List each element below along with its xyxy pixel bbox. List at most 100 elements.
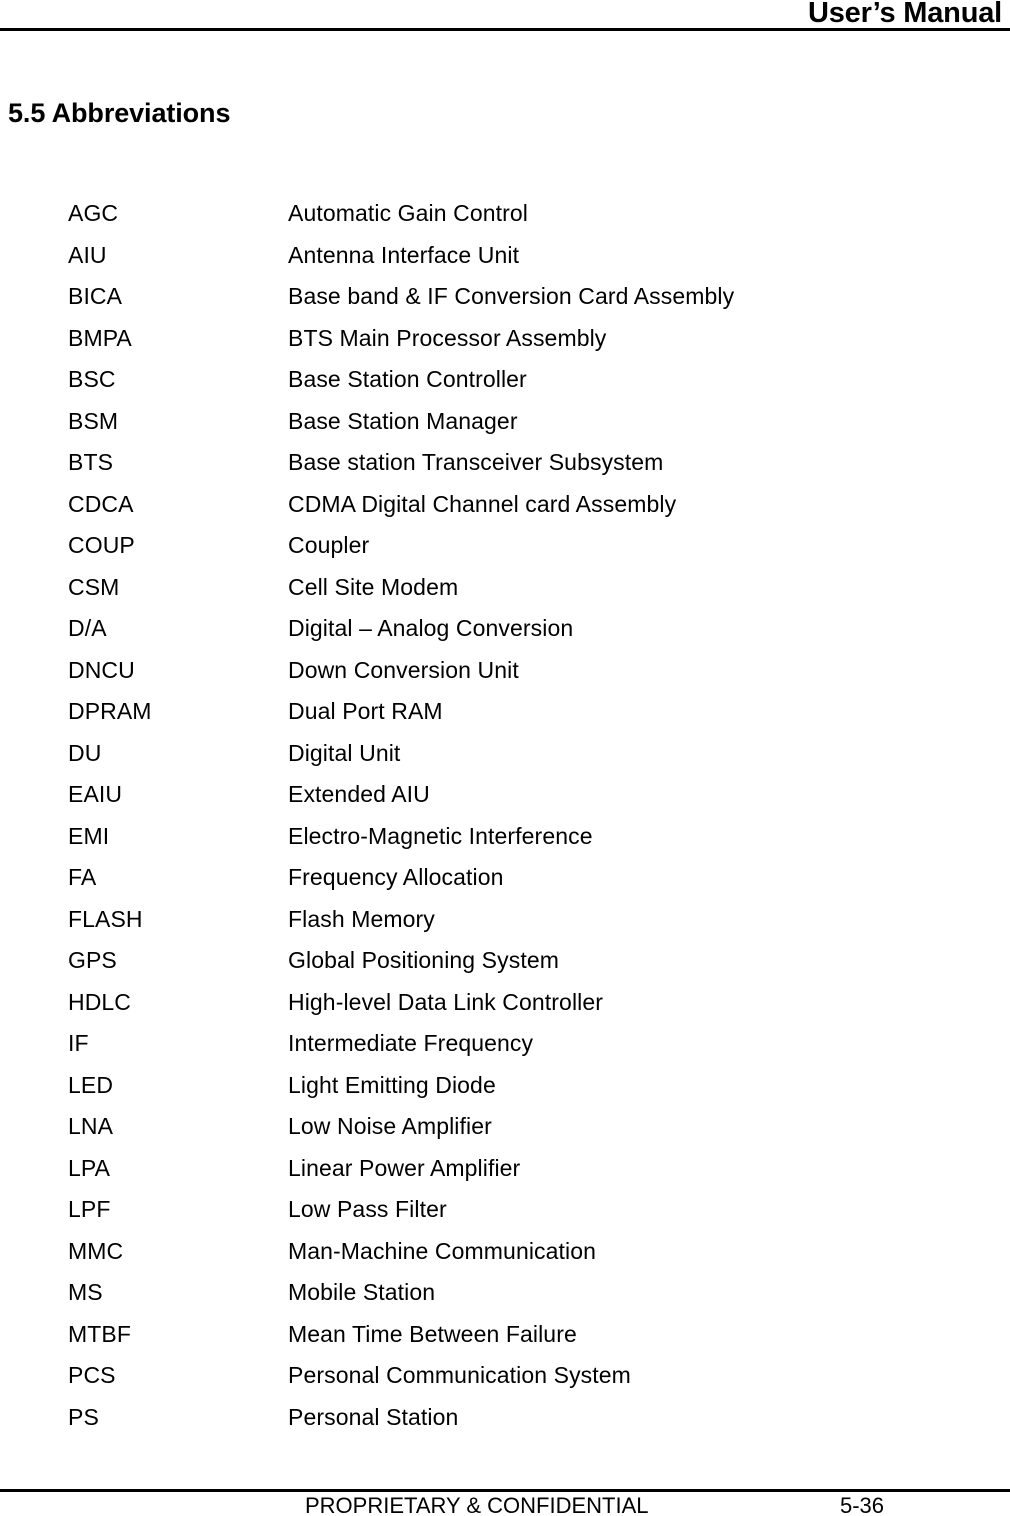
abbreviation-term: LPA [68, 1154, 111, 1181]
abbreviation-row: LPA Linear Power Amplifier [0, 1148, 1010, 1190]
abbreviation-row: AIU Antenna Interface Unit [0, 235, 1010, 277]
abbreviation-row: DPRAM Dual Port RAM [0, 691, 1010, 733]
abbreviation-definition: Linear Power Amplifier [288, 1154, 521, 1181]
abbreviation-row: FA Frequency Allocation [0, 857, 1010, 899]
abbreviation-term: DPRAM [68, 698, 152, 724]
abbreviation-definition: Base Station Manager [288, 407, 518, 434]
abbreviation-row: CDCA CDMA Digital Channel card Assembly [0, 484, 1010, 526]
abbreviation-term: DNCU [68, 656, 135, 683]
abbreviation-term: EAIU [68, 781, 123, 807]
abbreviation-row: MTBF Mean Time Between Failure [0, 1314, 1010, 1356]
abbreviation-row: BSC Base Station Controller [0, 359, 1010, 401]
abbreviation-term: MTBF [68, 1320, 131, 1347]
abbreviation-row: BMPA BTS Main Processor Assembly [0, 318, 1010, 360]
abbreviation-definition: Base Station Controller [288, 366, 527, 392]
abbreviation-definition: Mean Time Between Failure [288, 1320, 577, 1347]
abbreviation-term: LNA [68, 1113, 114, 1139]
abbreviation-term: EMI [68, 822, 110, 849]
abbreviation-definition: Personal Station [288, 1403, 459, 1430]
abbreviation-row: EMI Electro-Magnetic Interference [0, 816, 1010, 858]
abbreviation-definition: BTS Main Processor Assembly [288, 324, 607, 351]
abbreviation-row: MMC Man-Machine Communication [0, 1231, 1010, 1273]
abbreviation-term: AGC [68, 200, 119, 226]
abbreviation-term: BICA [68, 283, 123, 309]
abbreviation-row: MS Mobile Station [0, 1272, 1010, 1314]
abbreviation-row: PS Personal Station [0, 1397, 1010, 1439]
abbreviation-definition: Intermediate Frequency [288, 1030, 534, 1056]
abbreviation-term: FLASH [68, 905, 143, 932]
abbreviation-row: BTS Base station Transceiver Subsystem [0, 442, 1010, 484]
abbreviation-definition: Mobile Station [288, 1279, 436, 1305]
abbreviation-row: DNCU Down Conversion Unit [0, 650, 1010, 692]
abbreviation-definition: Personal Communication System [288, 1362, 631, 1388]
abbreviation-term: GPS [68, 947, 117, 973]
abbreviation-term: LPF [68, 1196, 111, 1222]
abbreviation-row: EAIU Extended AIU [0, 774, 1010, 816]
abbreviation-definition: Flash Memory [288, 905, 435, 932]
abbreviation-row: BSM Base Station Manager [0, 401, 1010, 443]
abbreviation-row: GPS Global Positioning System [0, 940, 1010, 982]
abbreviation-definition: Down Conversion Unit [288, 656, 519, 683]
abbreviation-term: D/A [68, 615, 107, 641]
abbreviation-definition: Digital – Analog Conversion [288, 615, 574, 641]
header-title: User’s Manual [807, 0, 1002, 29]
abbreviation-term: MS [68, 1279, 103, 1305]
abbreviation-definition: Light Emitting Diode [288, 1071, 496, 1098]
abbreviation-definition: Antenna Interface Unit [288, 241, 520, 268]
abbreviation-definition: Coupler [288, 532, 370, 558]
abbreviation-definition: High-level Data Link Controller [288, 988, 604, 1015]
abbreviation-row: LNA Low Noise Amplifier [0, 1106, 1010, 1148]
abbreviation-term: BTS [68, 449, 114, 475]
abbreviation-definition: Low Noise Amplifier [288, 1113, 492, 1139]
abbreviation-row: BICA Base band & IF Conversion Card Assem… [0, 276, 1010, 318]
abbreviation-row: AGC Automatic Gain Control [0, 193, 1010, 235]
abbreviation-definition: Low Pass Filter [288, 1196, 447, 1222]
abbreviation-term: FA [68, 864, 97, 890]
abbreviation-definition: Base station Transceiver Subsystem [288, 449, 664, 475]
abbreviation-term: CSM [68, 573, 120, 600]
abbreviation-definition: Frequency Allocation [288, 864, 504, 890]
abbreviation-row: DU Digital Unit [0, 733, 1010, 775]
abbreviation-row: HDLC High-level Data Link Controller [0, 982, 1010, 1024]
abbreviation-row: LED Light Emitting Diode [0, 1065, 1010, 1107]
abbreviation-list: AGC Automatic Gain Control AIU Antenna Inte… [0, 193, 1010, 1438]
section-heading: 5.5 Abbreviations [8, 98, 231, 128]
abbreviation-row: CSM Cell Site Modem [0, 567, 1010, 609]
abbreviation-row: COUP Coupler [0, 525, 1010, 567]
abbreviation-term: PS [68, 1403, 99, 1430]
abbreviation-term: BSC [68, 366, 116, 392]
abbreviation-definition: Digital Unit [288, 739, 401, 766]
abbreviation-definition: Automatic Gain Control [288, 200, 528, 226]
abbreviation-term: MMC [68, 1237, 124, 1264]
abbreviation-term: COUP [68, 532, 135, 558]
abbreviation-definition: Cell Site Modem [288, 573, 459, 600]
abbreviation-term: AIU [68, 241, 107, 268]
abbreviation-definition: Man-Machine Communication [288, 1237, 597, 1264]
abbreviation-term: IF [68, 1030, 89, 1056]
abbreviation-definition: Base band & IF Conversion Card Assembly [288, 283, 735, 309]
abbreviation-term: DU [68, 739, 102, 766]
abbreviation-definition: Electro-Magnetic Interference [288, 822, 593, 849]
abbreviation-row: PCS Personal Communication System [0, 1355, 1010, 1397]
header-divider [0, 28, 1010, 31]
abbreviation-term: BSM [68, 407, 119, 434]
abbreviation-row: LPF Low Pass Filter [0, 1189, 1010, 1231]
abbreviation-term: HDLC [68, 988, 132, 1015]
abbreviation-term: CDCA [68, 490, 134, 517]
abbreviation-term: BMPA [68, 324, 132, 351]
abbreviation-row: IF Intermediate Frequency [0, 1023, 1010, 1065]
abbreviation-definition: CDMA Digital Channel card Assembly [288, 490, 677, 517]
footer-page-number: 5-36 [840, 1493, 885, 1516]
abbreviation-term: LED [68, 1071, 114, 1098]
abbreviation-definition: Extended AIU [288, 781, 430, 807]
abbreviation-definition: Global Positioning System [288, 947, 559, 973]
abbreviation-row: FLASH Flash Memory [0, 899, 1010, 941]
abbreviation-definition: Dual Port RAM [288, 698, 443, 724]
page-header: User’s Manual [0, 0, 1010, 32]
footer-confidentiality-notice: PROPRIETARY & CONFIDENTIAL [305, 1493, 649, 1516]
footer-divider [0, 1489, 1010, 1492]
abbreviation-term: PCS [68, 1362, 116, 1388]
abbreviation-row: D/A Digital – Analog Conversion [0, 608, 1010, 650]
document-page: User’s Manual 5.5 Abbreviations AGC Autom… [0, 0, 1010, 1516]
page-footer: PROPRIETARY & CONFIDENTIAL 5-36 [0, 1489, 1010, 1516]
